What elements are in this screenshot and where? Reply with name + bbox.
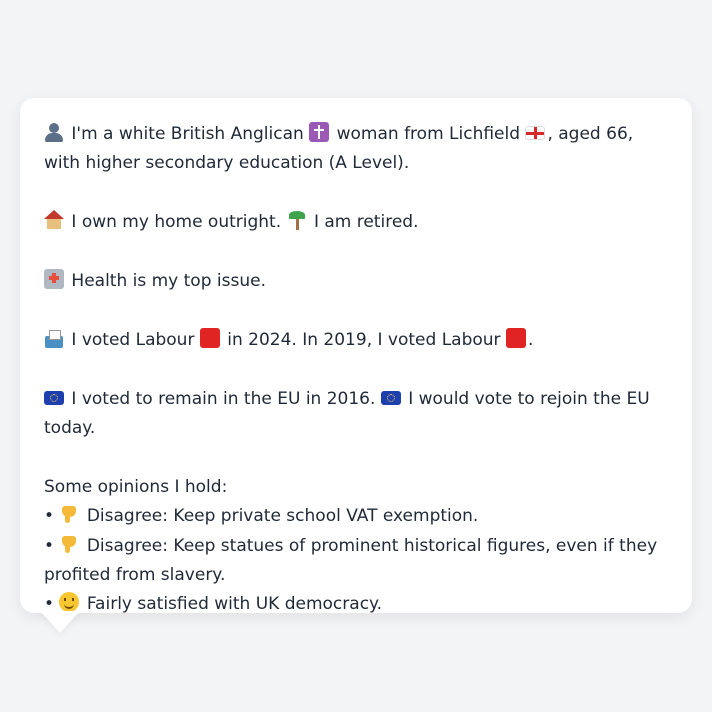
bio-text-2: woman from Lichfield (336, 124, 521, 144)
england-flag-icon (525, 126, 546, 140)
vote-text-3: . (527, 329, 534, 350)
hospital-icon (44, 269, 64, 289)
list-item: • Disagree: Keep private school VAT exem… (44, 502, 668, 531)
bio-text-1: I'm a white British Anglican (71, 124, 304, 144)
eu-text-1: I voted to remain in the EU in 2016. (71, 388, 376, 409)
eu-paragraph: I voted to remain in the EU in 2016. I w… (44, 385, 668, 444)
vote-text-2: in 2024. In 2019, I voted Labour (227, 329, 501, 350)
house-icon (44, 210, 64, 230)
ballot-box-icon (44, 328, 64, 348)
red-square-icon (199, 327, 220, 348)
home-text: I own my home outright. (71, 212, 282, 233)
eu-flag-icon (380, 390, 401, 405)
list-item: • Fairly satisfied with UK democracy. (44, 590, 668, 619)
opinion-text: Fairly satisfied with UK democracy. (86, 594, 383, 615)
persona-message-bubble: I'm a white British Anglican woman from … (20, 98, 692, 614)
home-paragraph: I own my home outright. I am retired. (44, 208, 668, 237)
issue-text: Health is my top issue. (71, 271, 266, 291)
vote-paragraph: I voted Labour in 2024. In 2019, I voted… (44, 326, 668, 355)
person-icon (44, 122, 64, 142)
opinion-text: Disagree: Keep statues of prominent hist… (44, 535, 658, 586)
retired-text: I am retired. (313, 212, 419, 233)
palm-tree-icon (287, 210, 307, 231)
thumbs-down-icon (59, 504, 79, 524)
slight-smile-icon (59, 592, 80, 613)
list-item: • Disagree: Keep statues of prominent hi… (44, 532, 668, 591)
bubble-tail (40, 611, 80, 633)
latin-cross-icon (309, 122, 330, 142)
bullet: • (44, 535, 55, 556)
bio-paragraph: I'm a white British Anglican woman from … (44, 120, 668, 179)
opinions-section: Some opinions I hold: • Disagree: Keep p… (44, 473, 668, 620)
issue-paragraph: Health is my top issue. (44, 267, 668, 296)
thumbs-down-icon (59, 534, 79, 554)
opinion-text: Disagree: Keep private school VAT exempt… (86, 506, 479, 527)
vote-text-1: I voted Labour (71, 329, 195, 350)
red-square-icon (505, 327, 526, 348)
eu-flag-icon (44, 390, 64, 405)
opinions-heading: Some opinions I hold: (44, 476, 228, 497)
bullet: • (44, 506, 55, 527)
